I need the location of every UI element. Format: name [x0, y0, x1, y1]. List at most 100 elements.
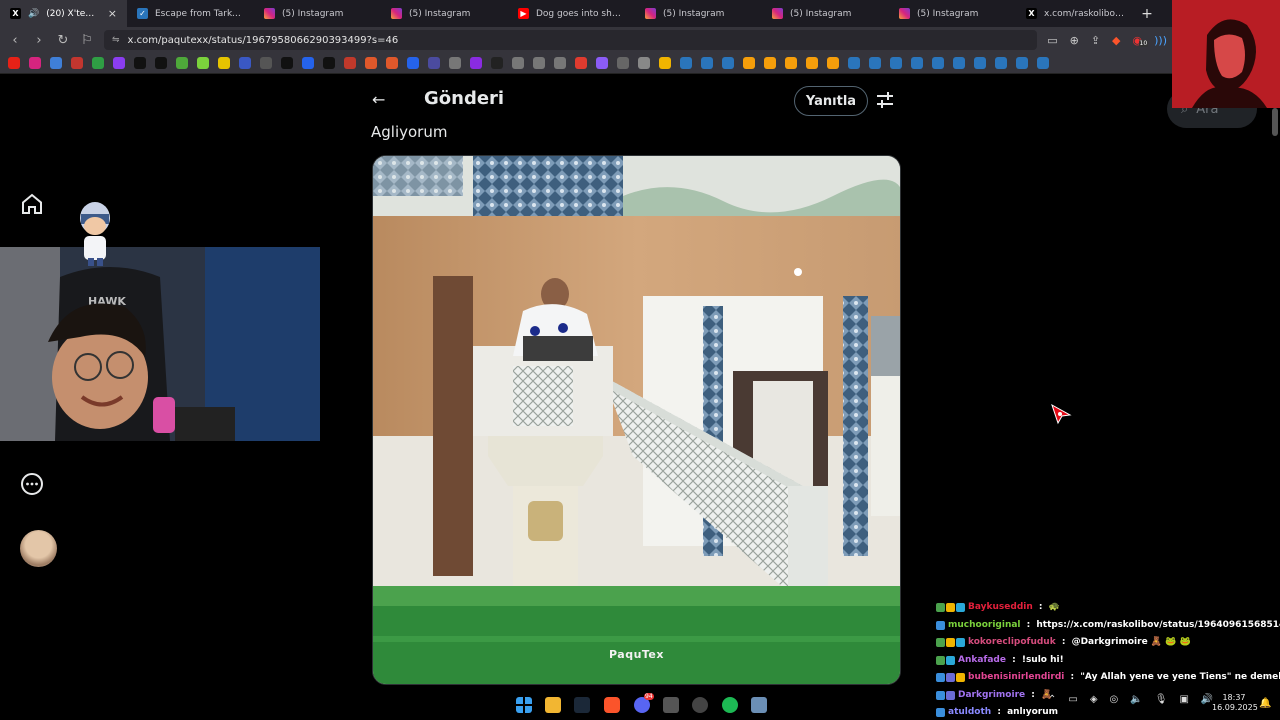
bookmark-favicon-icon[interactable]: [638, 57, 650, 69]
bookmark-favicon-icon[interactable]: [323, 57, 335, 69]
bookmark-favicon-icon[interactable]: [743, 57, 755, 69]
bookmark-favicon-icon[interactable]: [470, 57, 482, 69]
bookmark-favicon-icon[interactable]: [1016, 57, 1028, 69]
bookmark-favicon-icon[interactable]: [596, 57, 608, 69]
bookmark-favicon-icon[interactable]: [869, 57, 881, 69]
bookmark-favicon-icon[interactable]: [512, 57, 524, 69]
bookmark-favicon-icon[interactable]: [974, 57, 986, 69]
forward-nav-icon[interactable]: ›: [32, 33, 46, 48]
app-taskbar-icon[interactable]: [663, 697, 679, 713]
bookmark-favicon-icon[interactable]: [134, 57, 146, 69]
bookmark-favicon-icon[interactable]: [449, 57, 461, 69]
site-settings-icon[interactable]: ⇋: [112, 35, 120, 45]
bookmark-favicon-icon[interactable]: [953, 57, 965, 69]
file-explorer-icon[interactable]: [545, 697, 561, 713]
bookmark-favicon-icon[interactable]: [281, 57, 293, 69]
bookmark-favicon-icon[interactable]: [155, 57, 167, 69]
spotify-taskbar-icon[interactable]: [722, 697, 738, 713]
post-text: Agliyorum: [371, 123, 448, 141]
steam-taskbar-icon[interactable]: [574, 697, 590, 713]
volume-icon[interactable]: 🔈: [1130, 694, 1142, 705]
bookmark-favicon-icon[interactable]: [71, 57, 83, 69]
bookmark-favicon-icon[interactable]: [8, 57, 20, 69]
bookmark-favicon-icon[interactable]: [260, 57, 272, 69]
post-video[interactable]: PaquTex: [372, 155, 901, 685]
network-icon[interactable]: ▣: [1179, 694, 1188, 705]
reload-icon[interactable]: ↻: [56, 33, 70, 48]
tab-x-raskolibov[interactable]: X x.com/raskolibov/status/1: [1016, 0, 1134, 27]
bookmark-favicon-icon[interactable]: [764, 57, 776, 69]
bookmark-favicon-icon[interactable]: [407, 57, 419, 69]
bookmark-favicon-icon[interactable]: [386, 57, 398, 69]
notification-icon[interactable]: 🔔: [1259, 698, 1271, 709]
share-icon[interactable]: ⇪: [1091, 34, 1100, 47]
sound-icon[interactable]: ))): [1154, 34, 1167, 47]
reply-button[interactable]: Yanıtla: [794, 86, 868, 116]
bookmark-favicon-icon[interactable]: [533, 57, 545, 69]
steam-tray-icon[interactable]: ◎: [1110, 694, 1119, 705]
bookmark-favicon-icon[interactable]: [197, 57, 209, 69]
bookmark-favicon-icon[interactable]: [344, 57, 356, 69]
discord-taskbar-icon[interactable]: 94: [634, 693, 654, 713]
bookmark-favicon-icon[interactable]: [365, 57, 377, 69]
bookmark-favicon-icon[interactable]: [932, 57, 944, 69]
extension-icon[interactable]: ◉ 10: [1133, 34, 1149, 47]
tab-instagram-1[interactable]: (5) Instagram: [254, 0, 381, 27]
bookmark-favicon-icon[interactable]: [554, 57, 566, 69]
bookmark-favicon-icon[interactable]: [428, 57, 440, 69]
bookmark-favicon-icon[interactable]: [92, 57, 104, 69]
bookmark-favicon-icon[interactable]: [50, 57, 62, 69]
chevron-up-icon[interactable]: ⌃: [1048, 694, 1056, 705]
zoom-icon[interactable]: ⊕: [1070, 34, 1079, 47]
close-tab-icon[interactable]: ×: [108, 7, 117, 20]
bookmark-favicon-icon[interactable]: [680, 57, 692, 69]
bookmark-favicon-icon[interactable]: [890, 57, 902, 69]
tab-instagram-5[interactable]: (5) Instagram: [889, 0, 1016, 27]
new-tab-button[interactable]: +: [1134, 6, 1160, 22]
home-icon[interactable]: [20, 192, 44, 216]
bookmark-favicon-icon[interactable]: [995, 57, 1007, 69]
tab-youtube[interactable]: ▶ Dog goes into shock after: [508, 0, 635, 27]
brave-taskbar-icon[interactable]: [604, 697, 620, 713]
windows-start-icon[interactable]: [516, 697, 532, 713]
filter-sliders-icon[interactable]: [876, 90, 894, 110]
profile-avatar[interactable]: [20, 530, 57, 567]
bookmark-favicon-icon[interactable]: [848, 57, 860, 69]
taskbar-clock[interactable]: 18:37 16.09.2025: [1212, 693, 1258, 713]
tab-x-active[interactable]: X 🔊 (20) X'te Müzmin İl ×: [0, 0, 127, 27]
obs-taskbar-icon[interactable]: [692, 697, 708, 713]
cast-icon[interactable]: ▭: [1047, 34, 1057, 47]
back-nav-icon[interactable]: ‹: [8, 33, 22, 48]
bookmark-favicon-icon[interactable]: [827, 57, 839, 69]
address-bar[interactable]: ⇋ x.com/paqutexx/status/1967958066290393…: [104, 30, 1038, 50]
bookmark-favicon-icon[interactable]: [176, 57, 188, 69]
page-scrollbar[interactable]: [1272, 108, 1278, 136]
bookmark-icon[interactable]: ⚐: [80, 33, 94, 48]
bookmark-favicon-icon[interactable]: [575, 57, 587, 69]
bookmark-favicon-icon[interactable]: [617, 57, 629, 69]
tray-app-icon[interactable]: ◈: [1090, 694, 1098, 705]
tab-instagram-2[interactable]: (5) Instagram: [381, 0, 508, 27]
bookmark-favicon-icon[interactable]: [239, 57, 251, 69]
bookmark-favicon-icon[interactable]: [722, 57, 734, 69]
brave-shield-icon[interactable]: ◆: [1112, 34, 1120, 47]
bookmark-favicon-icon[interactable]: [911, 57, 923, 69]
microphone-icon[interactable]: 🎙: [1155, 694, 1168, 705]
tab-instagram-4[interactable]: (5) Instagram: [762, 0, 889, 27]
bookmark-favicon-icon[interactable]: [1037, 57, 1049, 69]
bookmark-favicon-icon[interactable]: [806, 57, 818, 69]
tab-steam[interactable]: ✓ Escape from Tarkov Steam: [127, 0, 254, 27]
back-arrow-icon[interactable]: ←: [372, 90, 385, 109]
tab-instagram-3[interactable]: (5) Instagram: [635, 0, 762, 27]
bookmark-favicon-icon[interactable]: [701, 57, 713, 69]
bookmark-favicon-icon[interactable]: [659, 57, 671, 69]
bookmark-favicon-icon[interactable]: [491, 57, 503, 69]
tool-taskbar-icon[interactable]: [751, 697, 767, 713]
bookmark-favicon-icon[interactable]: [113, 57, 125, 69]
bookmark-favicon-icon[interactable]: [302, 57, 314, 69]
bookmark-favicon-icon[interactable]: [785, 57, 797, 69]
battery-icon[interactable]: ▭: [1068, 694, 1077, 705]
bookmark-favicon-icon[interactable]: [218, 57, 230, 69]
bookmark-favicon-icon[interactable]: [29, 57, 41, 69]
more-icon[interactable]: [20, 472, 44, 496]
